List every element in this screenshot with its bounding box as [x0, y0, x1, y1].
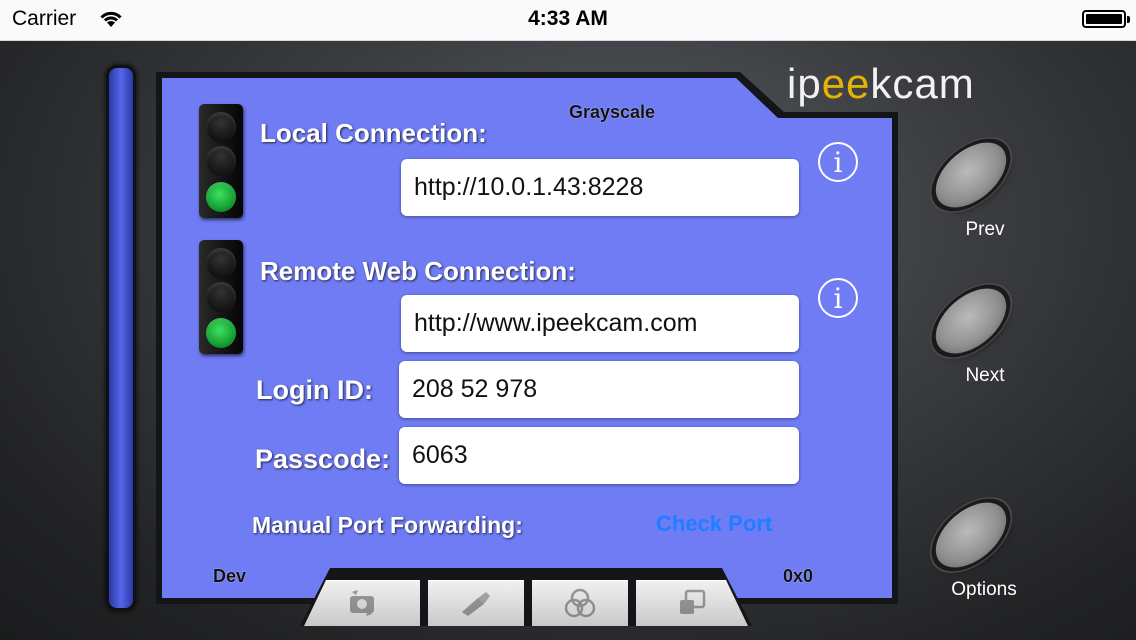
status-time: 4:33 AM — [528, 7, 608, 30]
resize-window-icon — [676, 588, 708, 618]
local-status-light — [199, 104, 243, 218]
switch-camera-icon — [350, 590, 374, 616]
check-port-link[interactable]: Check Port — [656, 511, 772, 537]
passcode-field[interactable]: 6063 — [399, 427, 799, 484]
local-info-icon[interactable]: i — [818, 142, 858, 182]
remote-url-field[interactable]: http://www.ipeekcam.com — [401, 295, 799, 352]
port-forwarding-label: Manual Port Forwarding: — [252, 512, 523, 538]
flashlight-tab[interactable] — [428, 580, 524, 626]
dev-label: Dev — [213, 566, 247, 586]
status-bar: Carrier 4:33 AM — [0, 0, 1136, 41]
grayscale-label[interactable]: Grayscale — [569, 102, 655, 123]
login-id-field[interactable]: 208 52 978 — [399, 361, 799, 418]
prev-label: Prev — [965, 219, 1005, 240]
left-scroll-bar[interactable] — [109, 68, 133, 608]
resolution-label: 0x0 — [783, 566, 814, 586]
flashlight-icon — [462, 592, 490, 616]
local-connection-label: Local Connection: — [260, 118, 487, 148]
passcode-label: Passcode: — [255, 444, 391, 474]
prev-button[interactable] — [922, 120, 1022, 221]
login-id-label: Login ID: — [256, 375, 373, 405]
options-label: Options — [951, 579, 1017, 600]
remote-info-icon[interactable]: i — [818, 278, 858, 318]
remote-connection-label: Remote Web Connection: — [260, 256, 576, 286]
options-button[interactable] — [922, 480, 1022, 581]
remote-status-light — [199, 240, 243, 354]
local-url-field[interactable]: http://10.0.1.43:8228 — [401, 159, 799, 216]
green-lamp-icon — [206, 182, 236, 212]
color-filter-icon — [564, 588, 596, 618]
next-label: Next — [965, 365, 1005, 386]
battery-icon — [1082, 10, 1130, 28]
green-lamp-icon — [206, 318, 236, 348]
color-filter-tab[interactable] — [532, 580, 628, 626]
next-button[interactable] — [922, 266, 1022, 367]
